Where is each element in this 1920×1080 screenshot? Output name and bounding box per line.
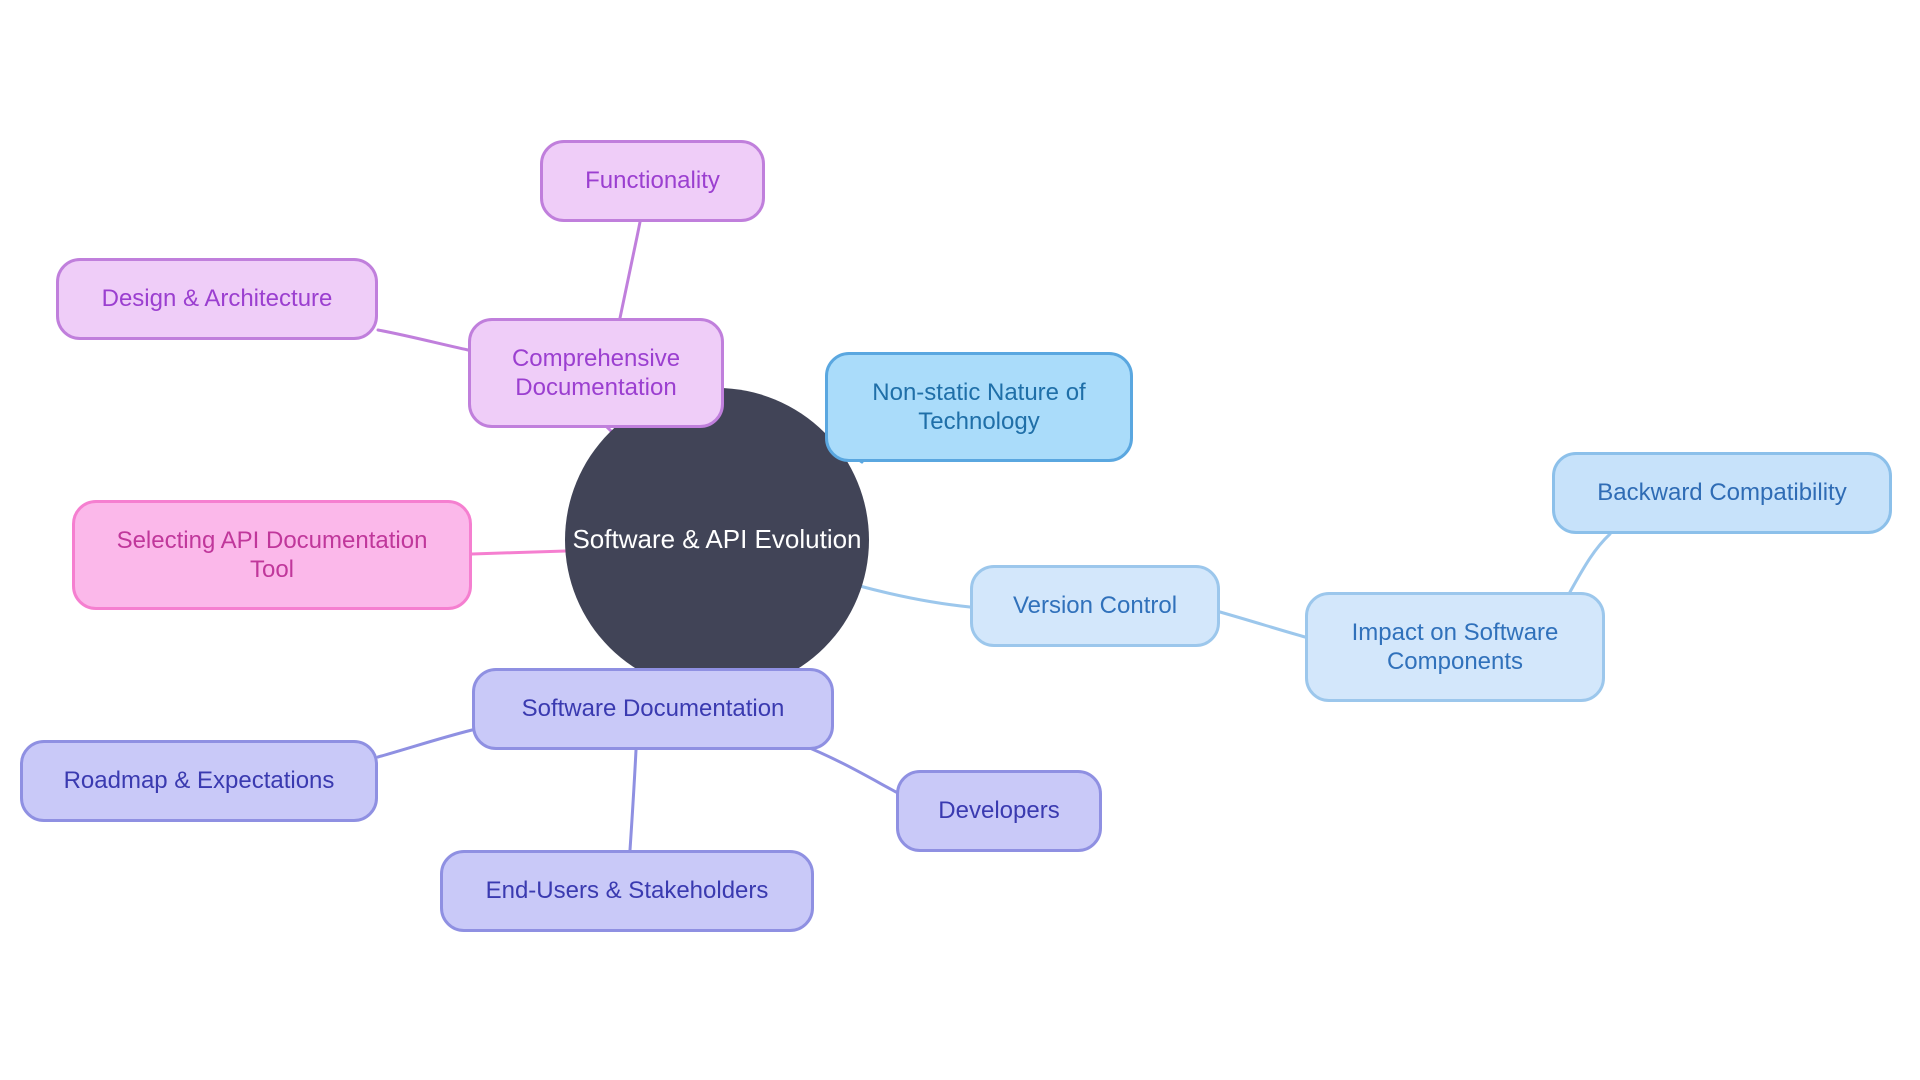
mindmap-canvas: Software & API Evolution Functionality Des… [0,0,1920,1080]
mindmap-edge [1218,610,1307,639]
mindmap-edge [1568,532,1612,594]
mindmap-node-comprehensive-documentation[interactable]: Comprehensive Documentation [468,318,724,428]
mindmap-node-roadmap-expectations[interactable]: Roadmap & Expectations [20,740,378,822]
mindmap-node-non-static-nature[interactable]: Non-static Nature of Technology [825,352,1133,462]
mindmap-edge [470,549,568,556]
mindmap-node-version-control[interactable]: Version Control [970,565,1220,647]
mindmap-node-end-users-stakeholders[interactable]: End-Users & Stakeholders [440,850,814,932]
mindmap-edge [854,583,972,609]
mindmap-edge [618,220,642,320]
mindmap-node-impact-on-components[interactable]: Impact on Software Components [1305,592,1605,702]
mindmap-edge [798,742,898,794]
mindmap-root-node[interactable]: Software & API Evolution [565,388,869,692]
mindmap-node-functionality[interactable]: Functionality [540,140,765,222]
mindmap-edge [628,748,638,852]
mindmap-node-design-architecture[interactable]: Design & Architecture [56,258,378,340]
mindmap-node-backward-compatibility[interactable]: Backward Compatibility [1552,452,1892,534]
mindmap-node-selecting-api-tool[interactable]: Selecting API Documentation Tool [72,500,472,610]
mindmap-node-software-documentation[interactable]: Software Documentation [472,668,834,750]
mindmap-node-developers[interactable]: Developers [896,770,1102,852]
mindmap-edge [376,328,470,352]
mindmap-edge [376,728,474,759]
